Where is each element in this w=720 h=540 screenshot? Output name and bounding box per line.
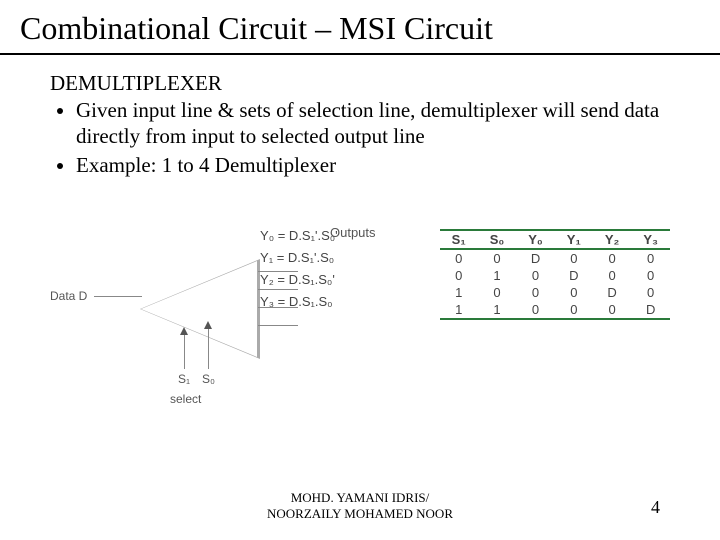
table-row: 1 0 0 0 D 0 <box>440 284 670 301</box>
table-cell: 0 <box>555 301 593 319</box>
table-header: Y₁ <box>555 230 593 249</box>
section-heading: DEMULTIPLEXER <box>50 71 670 96</box>
table-row: 0 0 D 0 0 0 <box>440 249 670 267</box>
output-line <box>258 325 298 326</box>
table-cell: 1 <box>478 301 517 319</box>
table-cell: D <box>516 249 555 267</box>
page-number: 4 <box>651 497 660 518</box>
table-cell: 0 <box>631 284 670 301</box>
output-line <box>258 271 298 272</box>
table-cell: 0 <box>478 284 517 301</box>
table-cell: D <box>555 267 593 284</box>
table-cell: 1 <box>478 267 517 284</box>
equation-y1: Y₁ = D.S₁'.S₀ <box>260 247 422 269</box>
select-line <box>184 333 185 369</box>
table-cell: 0 <box>593 249 631 267</box>
select-label: select <box>170 392 201 406</box>
table-header-row: S₁ S₀ Y₀ Y₁ Y₂ Y₃ <box>440 230 670 249</box>
select-s0-label: S₀ <box>202 372 215 386</box>
demux-diagram: Data D demux S₁ S₀ select <box>50 199 252 419</box>
bullet-list: Given input line & sets of selection lin… <box>50 98 670 179</box>
table-cell: 0 <box>516 284 555 301</box>
table-header: Y₀ <box>516 230 555 249</box>
output-line <box>258 289 298 290</box>
table-header: S₀ <box>478 230 517 249</box>
select-s1-label: S₁ <box>178 372 190 386</box>
table-cell: 0 <box>440 267 478 284</box>
table-row: 1 1 0 0 0 D <box>440 301 670 319</box>
input-label: Data D <box>50 289 87 303</box>
table-cell: 0 <box>555 249 593 267</box>
select-line <box>208 327 209 369</box>
footer-line2: NOORZAILY MOHAMED NOOR <box>267 506 453 521</box>
table-cell: 0 <box>440 249 478 267</box>
list-item: Given input line & sets of selection lin… <box>76 98 670 149</box>
equation-y3: Y₃ = D.S₁.S₀ <box>260 291 422 313</box>
table-cell: D <box>593 284 631 301</box>
output-line <box>258 307 298 308</box>
slide-title: Combinational Circuit – MSI Circuit <box>0 0 720 55</box>
table-cell: 0 <box>593 301 631 319</box>
table-cell: 0 <box>631 249 670 267</box>
table-cell: 0 <box>478 249 517 267</box>
table-cell: 0 <box>631 267 670 284</box>
truth-table: S₁ S₀ Y₀ Y₁ Y₂ Y₃ 0 0 D 0 0 0 <box>440 229 670 320</box>
slide-body: DEMULTIPLEXER Given input line & sets of… <box>0 55 720 419</box>
table-row: 0 1 0 D 0 0 <box>440 267 670 284</box>
table-cell: 0 <box>516 267 555 284</box>
table-cell: 0 <box>555 284 593 301</box>
table-cell: 0 <box>516 301 555 319</box>
table-header: S₁ <box>440 230 478 249</box>
arrow-up-icon <box>204 321 212 329</box>
footer-line1: MOHD. YAMANI IDRIS/ <box>291 490 430 505</box>
output-equations: Y₀ = D.S₁'.S₀' Y₁ = D.S₁'.S₀ Y₂ = D.S₁.S… <box>260 199 422 313</box>
table-cell: 0 <box>593 267 631 284</box>
input-line <box>94 296 142 297</box>
arrow-up-icon <box>180 327 188 335</box>
table-cell: 1 <box>440 301 478 319</box>
table-cell: 1 <box>440 284 478 301</box>
equation-y2: Y₂ = D.S₁.S₀' <box>260 269 422 291</box>
outputs-label: Outputs <box>330 225 376 240</box>
table-header: Y₂ <box>593 230 631 249</box>
table-header: Y₃ <box>631 230 670 249</box>
slide-footer: MOHD. YAMANI IDRIS/ NOORZAILY MOHAMED NO… <box>0 490 720 522</box>
list-item: Example: 1 to 4 Demultiplexer <box>76 153 670 179</box>
table-cell: D <box>631 301 670 319</box>
